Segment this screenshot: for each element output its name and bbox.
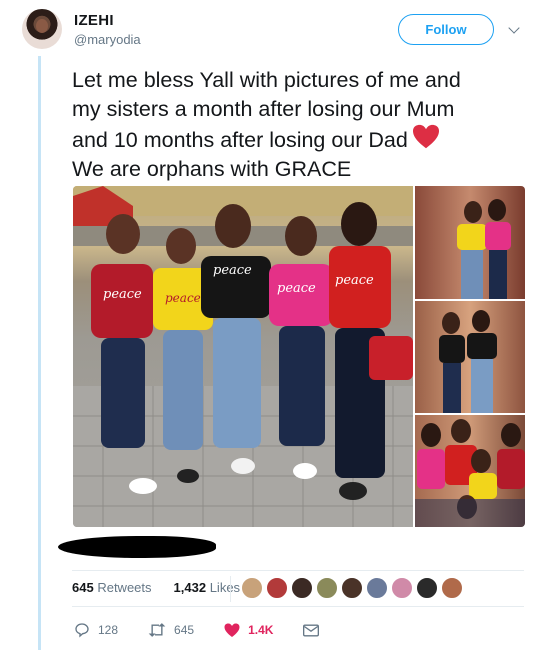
liker-avatar[interactable] (341, 577, 363, 599)
like-count: 1.4K (248, 623, 274, 637)
reply-button[interactable]: 128 (74, 622, 118, 638)
engagement-stats: 645 Retweets 1,432 Likes (72, 580, 240, 595)
retweet-button[interactable]: 645 (148, 622, 194, 638)
liker-avatar[interactable] (391, 577, 413, 599)
shirt-text: peace (277, 281, 316, 296)
shirt-text: peace (335, 273, 374, 288)
thread-line (38, 56, 41, 650)
stats-separator (230, 576, 231, 602)
liker-avatar[interactable] (266, 577, 288, 599)
liker-avatar[interactable] (291, 577, 313, 599)
reply-icon (75, 623, 89, 638)
divider (72, 606, 524, 607)
shirt-text: peace (213, 263, 252, 278)
retweet-count: 645 (174, 623, 195, 637)
media-grid[interactable]: peace peace peace peace peace (73, 186, 525, 527)
shirt-text: peace (165, 291, 201, 305)
likers-avatars (241, 577, 463, 599)
retweet-icon (148, 623, 166, 637)
direct-message-button[interactable] (303, 624, 320, 637)
side-photo-1[interactable] (415, 186, 525, 299)
liker-avatar[interactable] (316, 577, 338, 599)
reply-count: 128 (98, 623, 119, 637)
tweet-line: my sisters a month after losing our Mum (72, 97, 455, 121)
tweet-header: IZEHI @maryodia (74, 12, 141, 47)
divider (72, 570, 524, 571)
redaction-scribble (58, 536, 216, 558)
tweet-line: Let me bless Yall with pictures of me an… (72, 68, 461, 92)
avatar[interactable] (22, 9, 62, 49)
red-heart-emoji-icon (412, 124, 439, 149)
liker-avatar[interactable] (416, 577, 438, 599)
shirt-text: peace (103, 287, 142, 302)
liker-avatar[interactable] (241, 577, 263, 599)
display-name[interactable]: IZEHI (74, 12, 141, 29)
retweets-stat[interactable]: 645 Retweets (72, 580, 152, 595)
tweet-actions: 128 645 1.4K (74, 622, 349, 638)
tweet-line: We are orphans with GRACE (72, 157, 352, 181)
side-photo-3[interactable] (415, 415, 525, 527)
side-photo-2[interactable] (415, 301, 525, 413)
user-handle[interactable]: @maryodia (74, 32, 141, 47)
main-photo[interactable]: peace peace peace peace peace (73, 186, 413, 527)
heart-icon (224, 623, 240, 637)
liker-avatar[interactable] (366, 577, 388, 599)
like-button[interactable]: 1.4K (224, 623, 273, 638)
chevron-down-icon[interactable] (508, 22, 520, 34)
tweet-text: Let me bless Yall with pictures of me an… (72, 66, 534, 184)
tweet-line: and 10 months after losing our Dad (72, 124, 534, 155)
follow-button[interactable]: Follow (398, 14, 494, 45)
liker-avatar[interactable] (441, 577, 463, 599)
envelope-icon (303, 624, 320, 636)
